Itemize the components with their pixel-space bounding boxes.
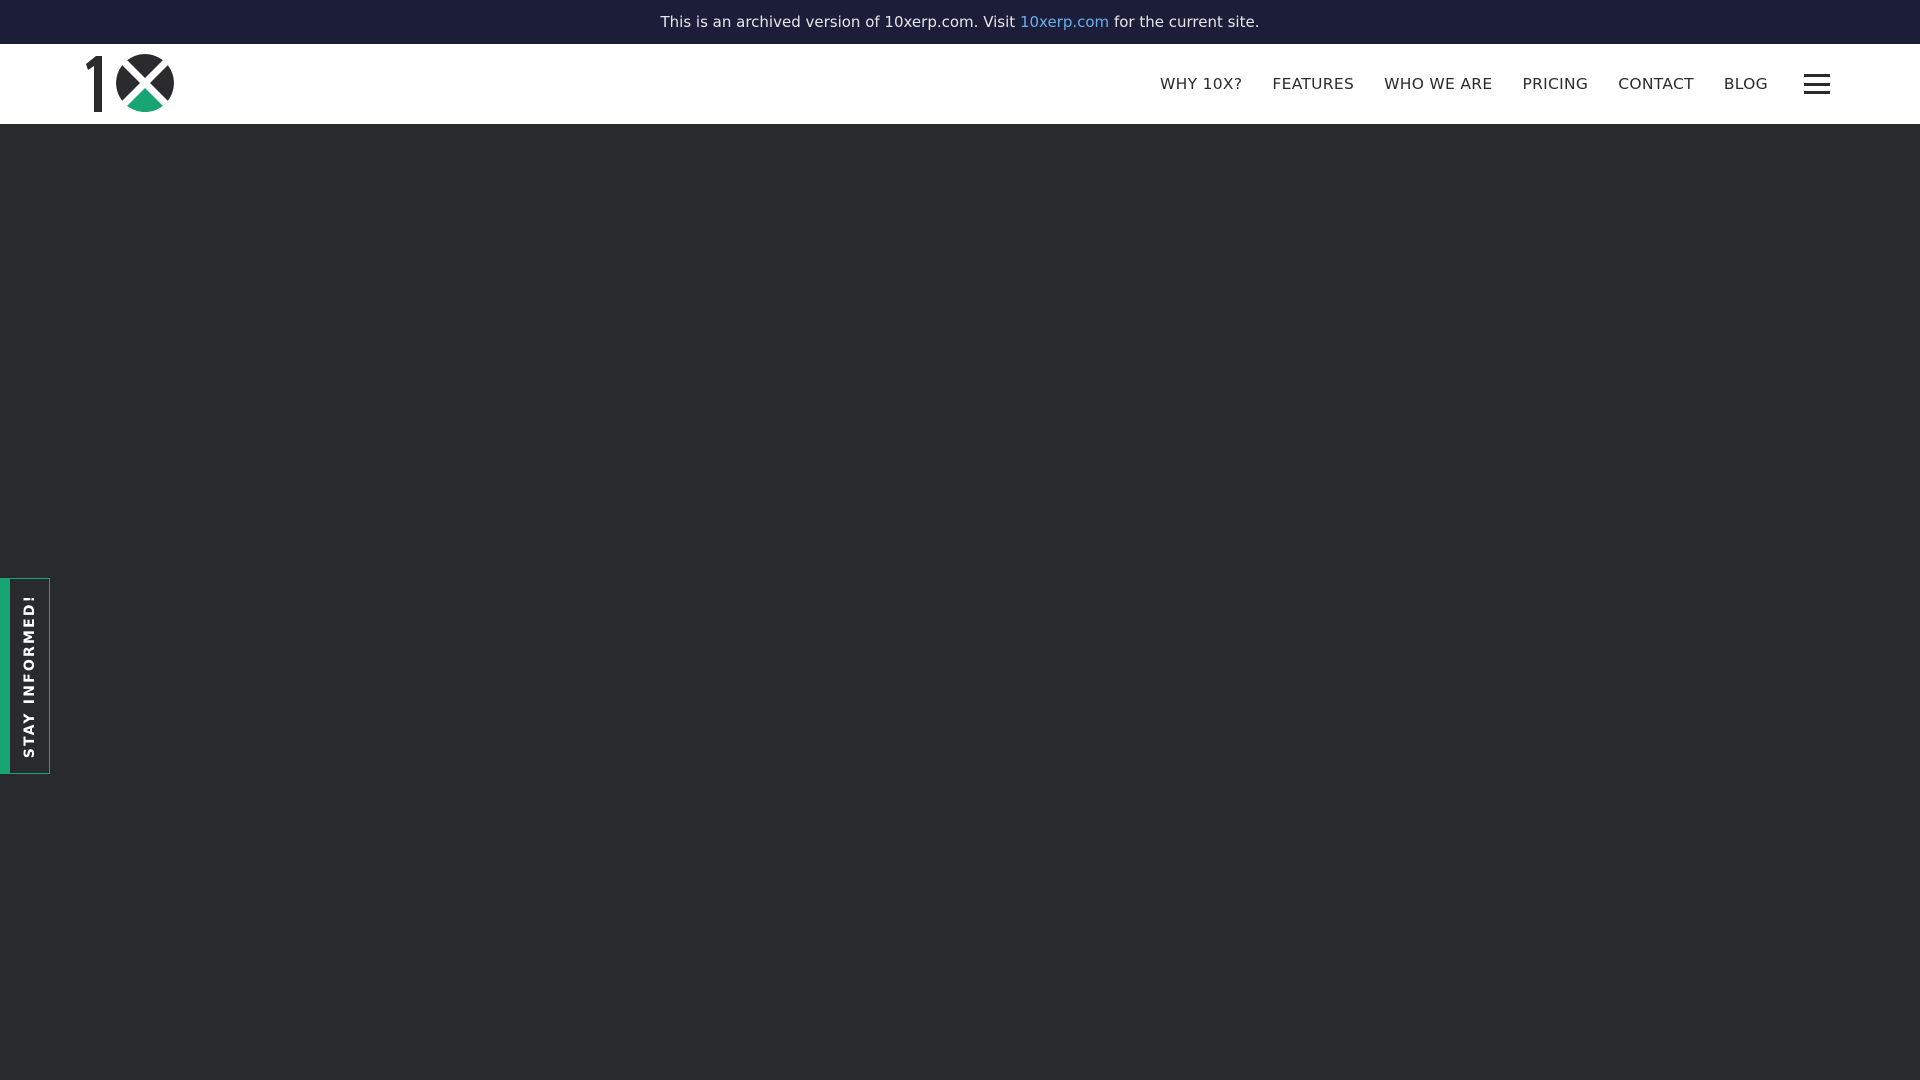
main-nav: WHY 10X? FEATURES WHO WE ARE PRICING CON…	[1160, 44, 1920, 124]
nav-blog[interactable]: BLOG	[1724, 75, 1768, 93]
nav-who-we-are[interactable]: WHO WE ARE	[1384, 75, 1492, 93]
current-site-link[interactable]: 10xerp.com	[1020, 13, 1109, 31]
nav-why-10x[interactable]: WHY 10X?	[1160, 75, 1242, 93]
nav-features[interactable]: FEATURES	[1272, 75, 1354, 93]
10x-logo-icon	[86, 54, 174, 112]
hero-section: STAY INFORMED!	[0, 124, 1920, 1080]
archive-banner-text-after: for the current site.	[1109, 13, 1260, 31]
nav-contact[interactable]: CONTACT	[1618, 75, 1694, 93]
hamburger-menu-icon[interactable]	[1804, 74, 1830, 94]
stay-informed-label: STAY INFORMED!	[21, 593, 38, 759]
site-logo[interactable]	[84, 54, 176, 112]
menu-bar	[1804, 82, 1830, 86]
menu-bar	[1804, 74, 1830, 77]
nav-pricing[interactable]: PRICING	[1522, 75, 1588, 93]
archive-banner-text-before: This is an archived version of 10xerp.co…	[660, 13, 1020, 31]
menu-bar	[1804, 91, 1830, 94]
site-header: WHY 10X? FEATURES WHO WE ARE PRICING CON…	[0, 44, 1920, 124]
archive-banner: This is an archived version of 10xerp.co…	[0, 0, 1920, 44]
stay-informed-tab[interactable]: STAY INFORMED!	[0, 578, 50, 774]
